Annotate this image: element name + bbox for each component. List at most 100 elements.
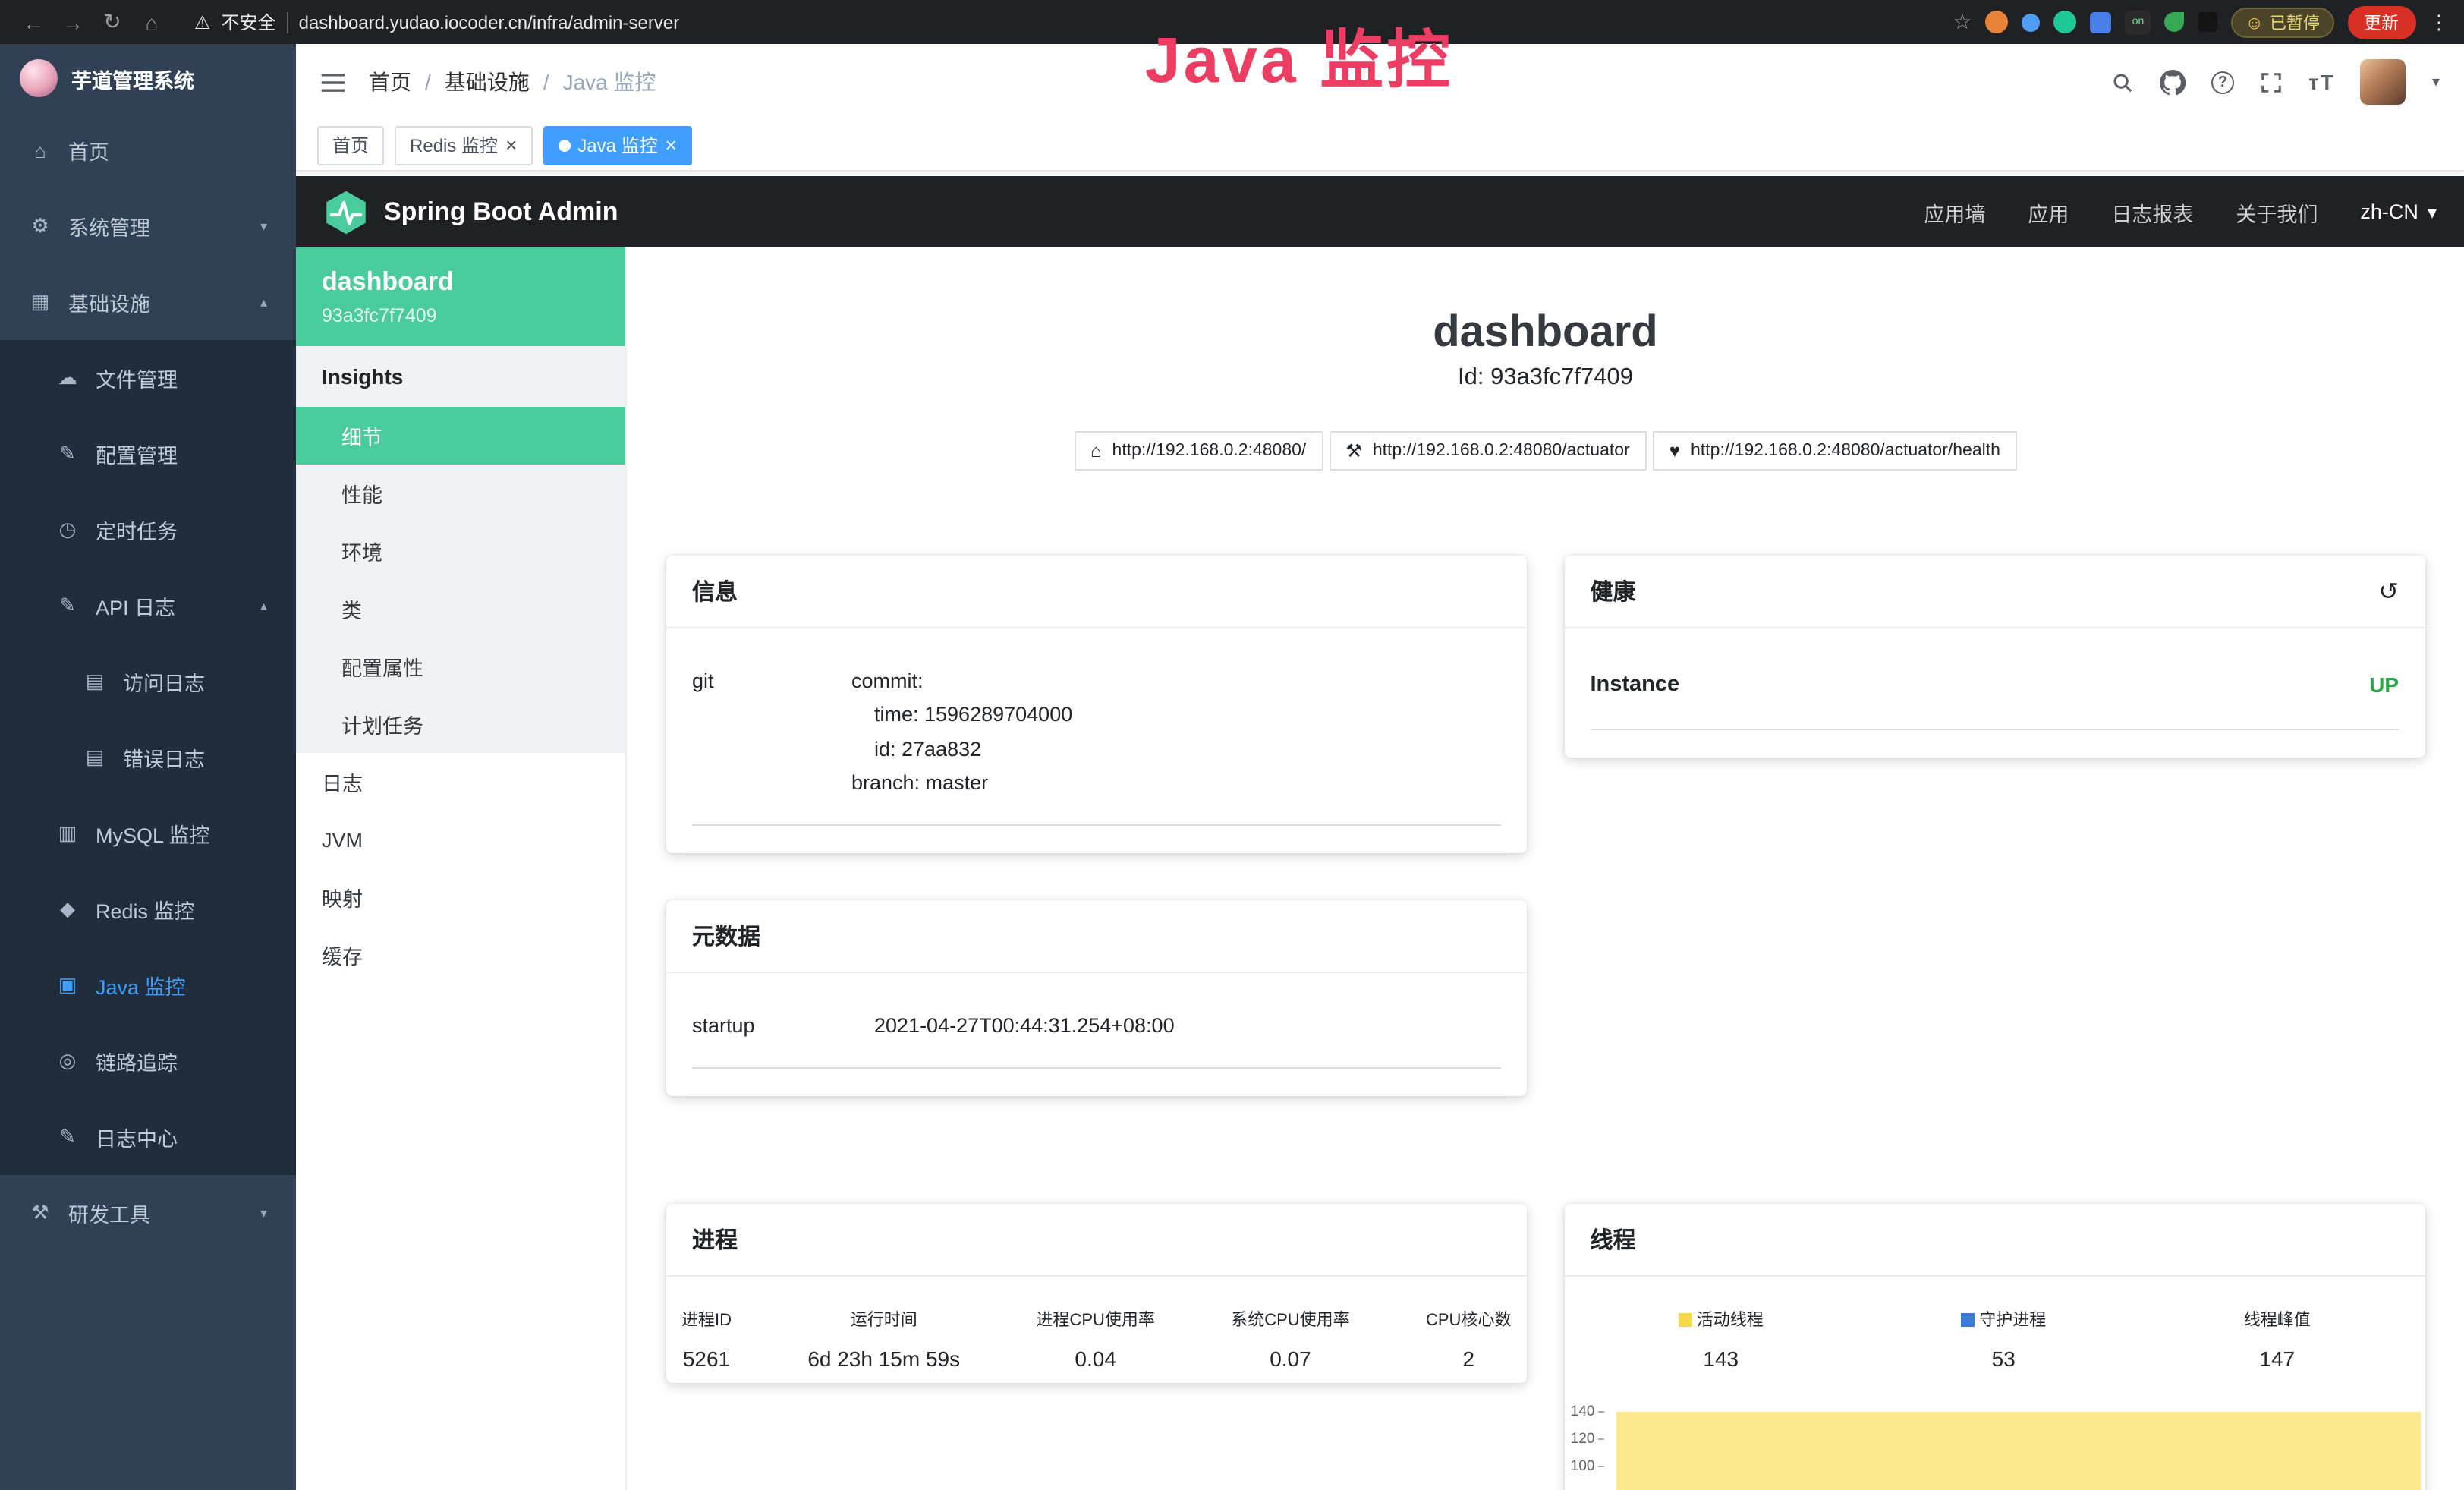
help-icon[interactable]: ? (2211, 71, 2234, 93)
browser-home-icon[interactable]: ⌂ (134, 10, 170, 34)
process-card: 进程 进程ID 5261 运行时间 6d 23h 15m (666, 1205, 1527, 1384)
sidebar-item-access-logs[interactable]: ▤ 访问日志 (0, 644, 296, 720)
sba-item-caches[interactable]: 缓存 (296, 926, 625, 984)
sidebar-item-java-monitor[interactable]: ▣ Java 监控 (0, 947, 296, 1023)
health-card: 健康 ↺ Instance UP (1565, 556, 2425, 758)
extension-icon-green[interactable] (2053, 11, 2076, 33)
sba-item-mappings[interactable]: 映射 (296, 868, 625, 926)
paused-badge[interactable]: ☺ 已暂停 (2231, 7, 2333, 37)
sba-item-environment[interactable]: 环境 (296, 522, 625, 580)
fullscreen-icon[interactable] (2260, 71, 2283, 93)
info-value: commit: time: 1596289704000 id: 27aa832 … (851, 665, 1072, 800)
spring-boot-admin-logo[interactable] (323, 189, 369, 235)
sba-brand[interactable]: Spring Boot Admin (384, 197, 618, 227)
caret-down-icon: ▾ (2428, 201, 2437, 222)
edit-icon: ✎ (56, 442, 79, 466)
instance-header[interactable]: dashboard 93a3fc7f7409 (296, 247, 625, 346)
bookmark-star-icon[interactable]: ☆ (1953, 9, 1972, 35)
search-icon[interactable] (2111, 71, 2134, 93)
sba-item-details[interactable]: 细节 (296, 407, 625, 465)
sidebar-item-api-logs[interactable]: ✎ API 日志 ▴ (0, 568, 296, 644)
link-health-url[interactable]: ♥ http://192.168.0.2:48080/actuator/heal… (1653, 431, 2017, 471)
sba-navbar: Spring Boot Admin 应用墙 应用 日志报表 关于我们 zh-CN… (296, 176, 2464, 247)
sba-locale-select[interactable]: zh-CN ▾ (2360, 200, 2437, 223)
stat-system-cpu: 系统CPU使用率 0.07 (1231, 1308, 1349, 1372)
sidebar-item-dev-tools[interactable]: ⚒ 研发工具 ▾ (0, 1175, 296, 1251)
browser-menu-icon[interactable]: ⋮ (2429, 10, 2449, 34)
sidebar-item-file-mgmt[interactable]: ☁ 文件管理 (0, 340, 296, 416)
sidebar-item-redis-monitor[interactable]: ◆ Redis 监控 (0, 871, 296, 947)
sba-item-config-props[interactable]: 配置属性 (296, 638, 625, 695)
card-title: 信息 (692, 575, 738, 607)
stat-value: 2 (1426, 1347, 1511, 1372)
stat-peak-threads: 线程峰值 147 (2244, 1308, 2311, 1372)
sidebar-item-system-mgmt[interactable]: ⚙ 系统管理 ▾ (0, 188, 296, 264)
breadcrumb-home[interactable]: 首页 (369, 67, 411, 97)
threads-stats: 活动线程 143 守护进程 (1565, 1277, 2425, 1384)
info-row-git: git commit: time: 1596289704000 id: 27aa… (692, 647, 1501, 826)
user-avatar[interactable] (2361, 59, 2406, 105)
sba-item-logs[interactable]: 日志 (296, 753, 625, 811)
chevron-down-icon: ▾ (260, 218, 267, 235)
metadata-card: 元数据 startup 2021-04-27T00:44:31.254+08:0… (666, 900, 1527, 1097)
extension-icon-leaf[interactable] (2164, 12, 2184, 32)
link-root-url[interactable]: ⌂ http://192.168.0.2:48080/ (1074, 431, 1323, 471)
active-dot (558, 139, 570, 151)
sba-item-scheduled-tasks[interactable]: 计划任务 (296, 695, 625, 753)
sidebar-item-mysql-monitor[interactable]: ▥ MySQL 监控 (0, 795, 296, 871)
sba-sidebar: dashboard 93a3fc7f7409 Insights 细节 性能 环境… (296, 247, 627, 1490)
stat-label: 进程ID (681, 1308, 732, 1332)
sidebar-item-label: 定时任务 (96, 515, 178, 545)
sidebar-item-trace[interactable]: ◎ 链路追踪 (0, 1023, 296, 1099)
breadcrumb-current: Java 监控 (563, 67, 656, 97)
extension-icon-on-badge[interactable]: on (2125, 10, 2151, 34)
browser-forward-icon[interactable]: → (55, 10, 91, 34)
sba-nav-wallboard[interactable]: 应用墙 (1924, 197, 1985, 227)
update-button[interactable]: 更新 (2347, 5, 2415, 39)
metadata-key: startup (692, 1010, 874, 1044)
sidebar-item-config-mgmt[interactable]: ✎ 配置管理 (0, 416, 296, 492)
close-icon[interactable]: × (666, 135, 677, 155)
sba-nav-applications[interactable]: 应用 (2028, 197, 2069, 227)
git-branch-line: branch: master (851, 767, 1072, 801)
tag-label: Redis 监控 (410, 132, 498, 158)
browser-reload-icon[interactable]: ↻ (94, 9, 131, 35)
sba-nav-journal[interactable]: 日志报表 (2111, 197, 2193, 227)
stat-value: 143 (1679, 1347, 1764, 1372)
cloud-icon: ☁ (56, 366, 79, 390)
sba-nav-about[interactable]: 关于我们 (2236, 197, 2318, 227)
instance-id: 93a3fc7f7409 (322, 305, 599, 326)
sidebar-item-log-center[interactable]: ✎ 日志中心 (0, 1099, 296, 1175)
sidebar-item-home[interactable]: ⌂ 首页 (0, 112, 296, 188)
tag-home[interactable]: 首页 (317, 125, 384, 165)
stat-cpu-cores: CPU核心数 2 (1426, 1308, 1511, 1372)
browser-back-icon[interactable]: ← (15, 10, 52, 34)
extension-icon-orange[interactable] (1985, 11, 2008, 33)
breadcrumb-infrastructure[interactable]: 基础设施 (445, 67, 530, 97)
github-icon[interactable] (2160, 69, 2186, 95)
tag-label: 首页 (332, 132, 369, 158)
card-body: startup 2021-04-27T00:44:31.254+08:00 (666, 973, 1527, 1097)
health-row-instance: Instance UP (1591, 647, 2399, 730)
address-bar[interactable]: ⚠ 不安全 dashboard.yudao.iocoder.cn/infra/a… (194, 9, 679, 35)
extension-icon-blue-drop[interactable] (2022, 13, 2040, 31)
sidebar-item-infrastructure[interactable]: ▦ 基础设施 ▴ (0, 264, 296, 340)
tag-redis-monitor[interactable]: Redis 监控 × (395, 125, 532, 165)
sba-item-performance[interactable]: 性能 (296, 465, 625, 522)
history-icon[interactable]: ↺ (2378, 576, 2399, 606)
font-size-icon[interactable]: тT (2308, 70, 2335, 94)
sba-item-jvm[interactable]: JVM (296, 811, 625, 868)
close-icon[interactable]: × (505, 135, 517, 155)
sidebar-item-error-logs[interactable]: ▤ 错误日志 (0, 720, 296, 795)
sidebar-item-scheduled-jobs[interactable]: ◷ 定时任务 (0, 492, 296, 568)
info-key: git (692, 665, 851, 800)
avatar-caret-icon[interactable]: ▾ (2432, 74, 2440, 90)
app-logo[interactable]: 芋道管理系统 (0, 44, 296, 112)
tag-java-monitor[interactable]: Java 监控 × (543, 125, 692, 165)
sba-item-classes[interactable]: 类 (296, 580, 625, 638)
extension-icon-blue-grid[interactable] (2090, 11, 2111, 33)
extension-icon-dark[interactable] (2198, 12, 2217, 32)
link-actuator-url[interactable]: ⚒ http://192.168.0.2:48080/actuator (1329, 431, 1646, 471)
hamburger-icon[interactable] (320, 71, 346, 93)
url-text[interactable]: dashboard.yudao.iocoder.cn/infra/admin-s… (299, 11, 680, 33)
